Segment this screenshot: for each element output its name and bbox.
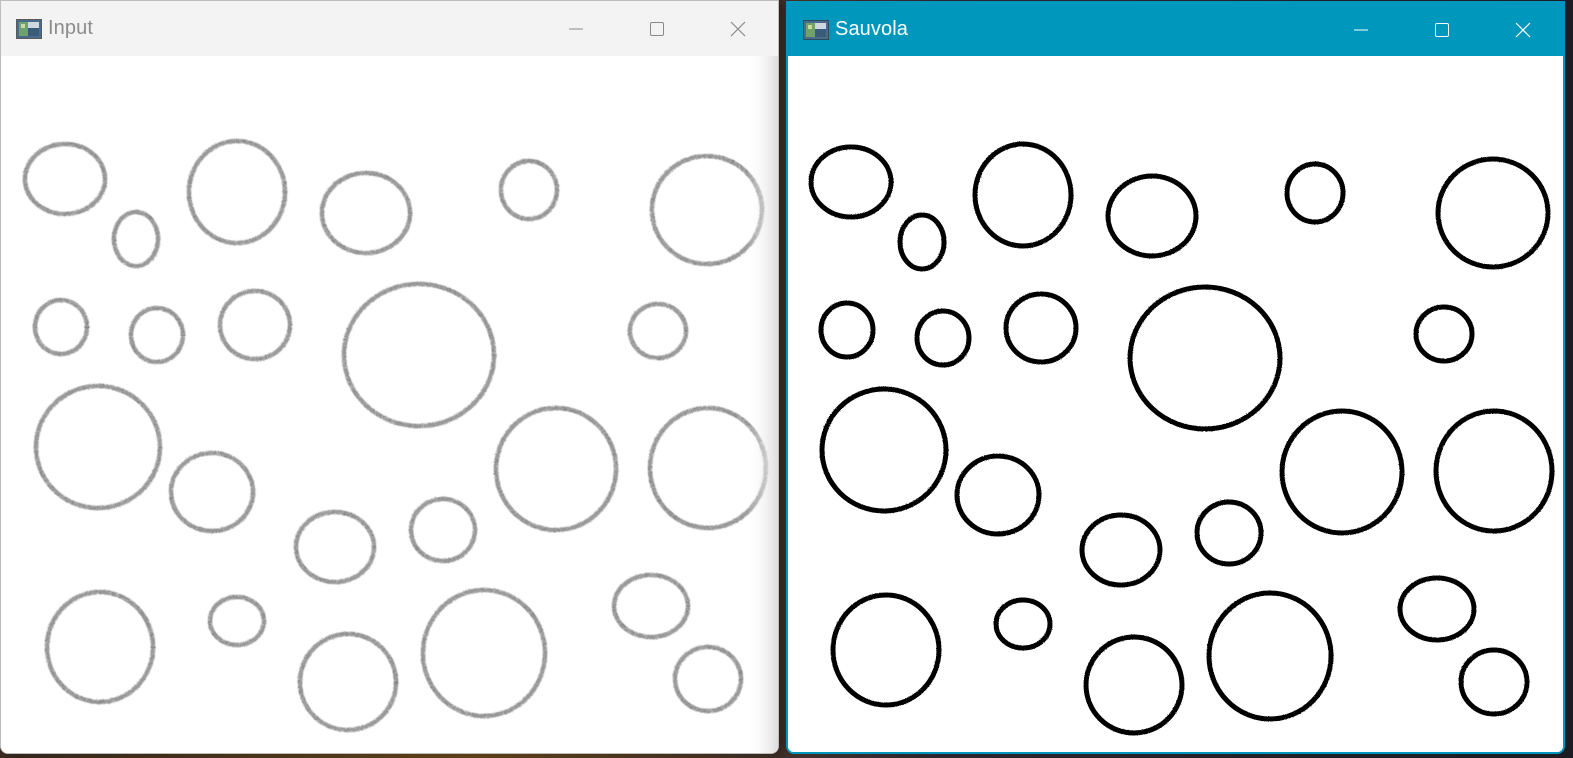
- input-image-background: [1, 56, 778, 753]
- close-icon: [1515, 22, 1530, 37]
- sauvola-titlebar[interactable]: Sauvola: [788, 3, 1563, 56]
- sauvola-image-background: [788, 58, 1563, 752]
- input-edge-shade: [746, 56, 778, 753]
- input-image-canvas: [1, 56, 778, 753]
- input-maximize-button[interactable]: [616, 1, 697, 56]
- close-icon: [730, 21, 745, 36]
- minimize-icon: [568, 28, 583, 29]
- image-window-icon: [16, 18, 42, 39]
- minimize-icon: [1353, 29, 1368, 30]
- maximize-icon: [649, 21, 664, 36]
- sauvola-image-canvas: [788, 58, 1563, 752]
- maximize-icon: [1434, 22, 1449, 37]
- input-image: [1, 56, 778, 753]
- sauvola-image: [788, 58, 1563, 752]
- sauvola-maximize-button[interactable]: [1401, 3, 1482, 56]
- input-titlebar[interactable]: Input: [1, 1, 778, 56]
- sauvola-close-button[interactable]: [1482, 3, 1563, 56]
- sauvola-minimize-button[interactable]: [1320, 3, 1401, 56]
- input-window-title: Input: [48, 17, 93, 39]
- sauvola-window-title: Sauvola: [835, 18, 908, 40]
- sauvola-window[interactable]: Sauvola: [786, 1, 1565, 754]
- image-window-icon: [803, 19, 829, 40]
- input-window[interactable]: Input: [0, 0, 779, 754]
- input-close-button[interactable]: [697, 1, 778, 56]
- desktop: Input Sauvola: [0, 0, 1573, 758]
- input-minimize-button[interactable]: [535, 1, 616, 56]
